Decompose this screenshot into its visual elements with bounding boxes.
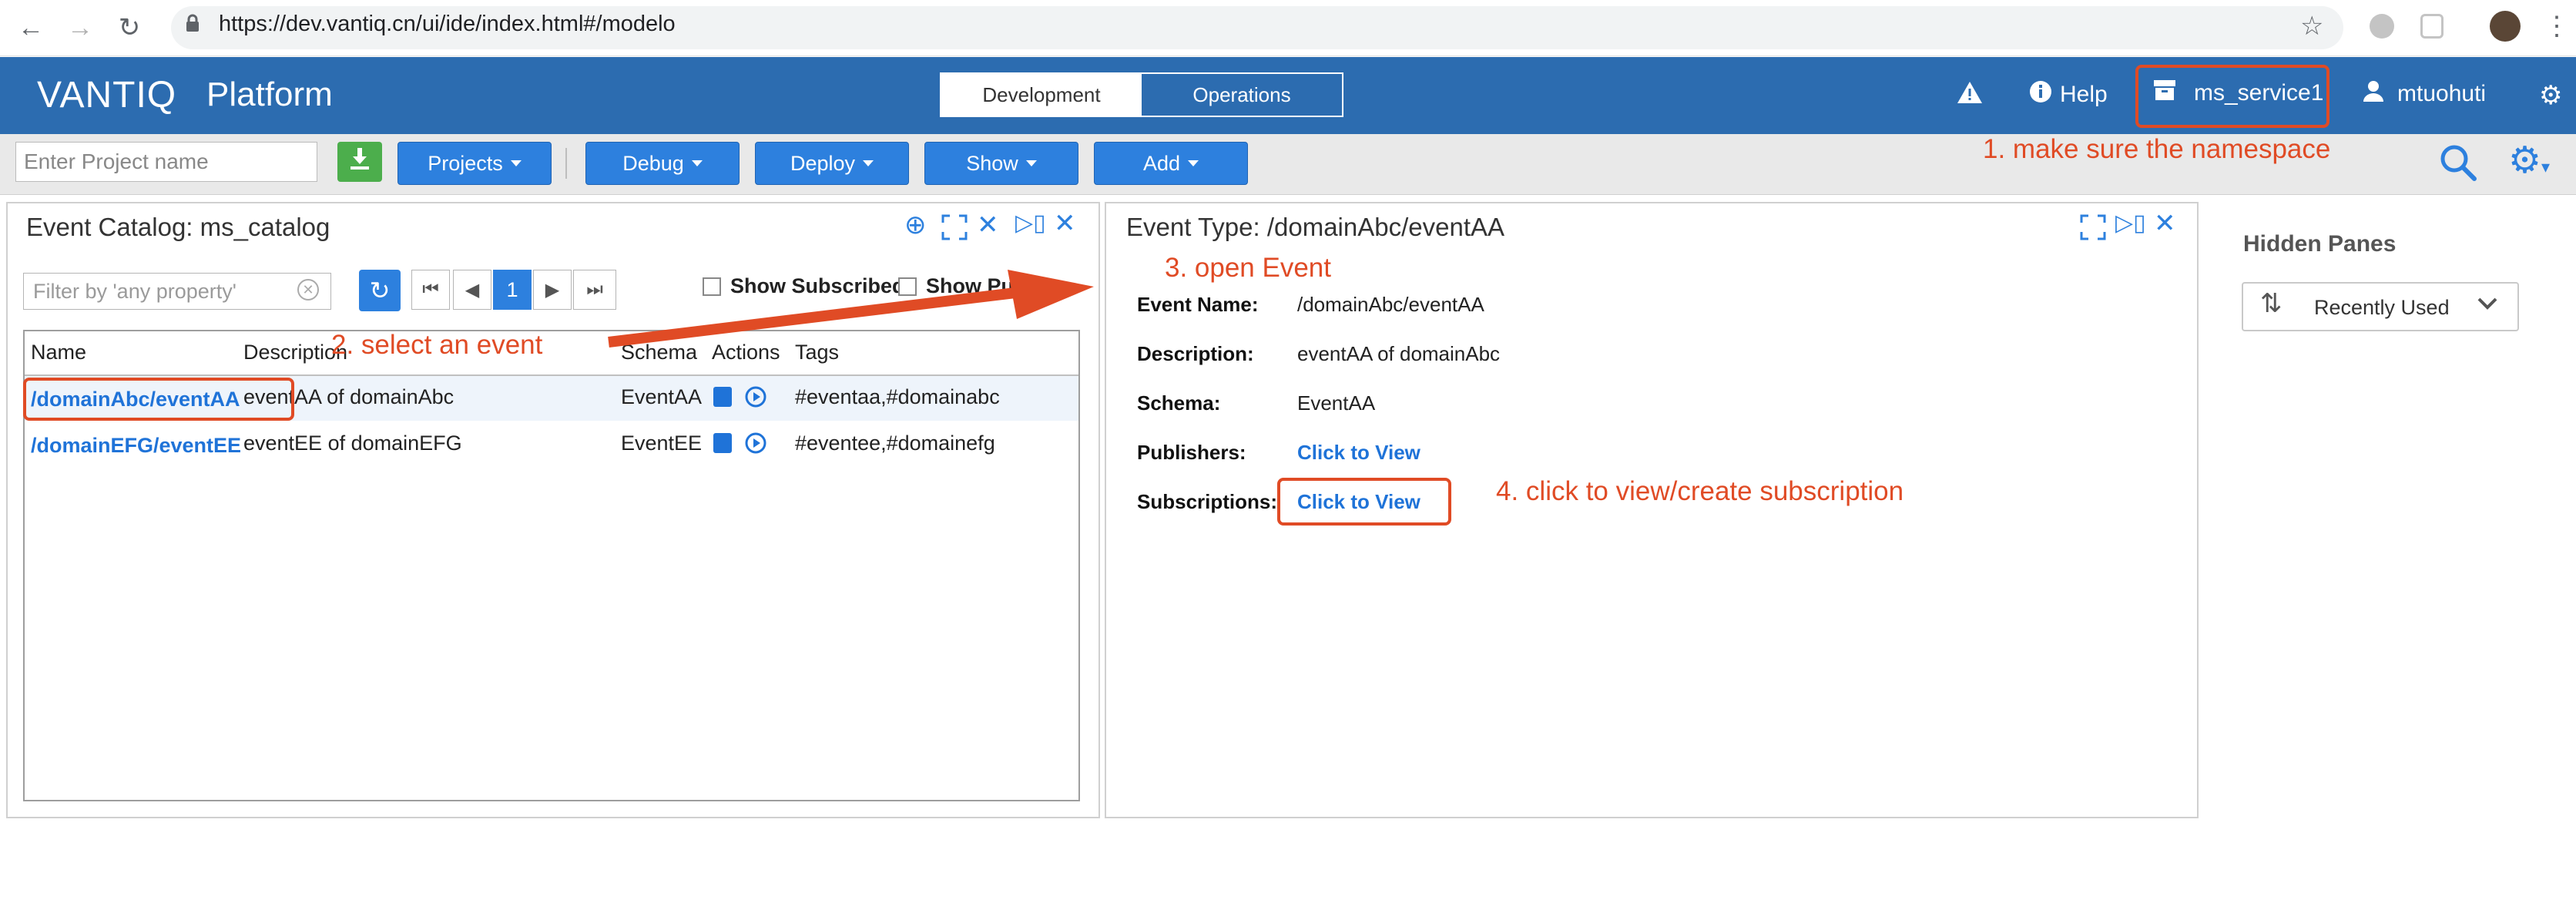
next-page-button[interactable]: ▶	[533, 270, 572, 310]
projects-menu-button[interactable]: Projects	[397, 142, 552, 185]
debug-menu-button[interactable]: Debug	[585, 142, 740, 185]
sort-icon: ⇅	[2260, 289, 2283, 318]
show-menu-button[interactable]: Show	[924, 142, 1078, 185]
product-name: Platform	[206, 76, 333, 113]
warning-icon	[1957, 80, 1983, 111]
field-label-event-name: Event Name:	[1137, 293, 1259, 316]
event-schema: EventAA	[621, 385, 703, 408]
event-description: eventEE of domainEFG	[243, 432, 462, 455]
event-highlight-box	[23, 378, 294, 421]
namespace-highlight-box	[2135, 65, 2329, 128]
event-tags: #eventaa,#domainabc	[795, 385, 1000, 408]
subscription-highlight-box	[1277, 478, 1451, 526]
expand-icon[interactable]	[941, 214, 968, 244]
mode-tabs: Development Operations	[940, 72, 1343, 117]
refresh-icon: ↻	[369, 277, 391, 304]
refresh-button[interactable]: ↻	[359, 270, 401, 311]
search-icon[interactable]	[2439, 143, 2477, 186]
expand-icon[interactable]	[2080, 214, 2106, 244]
info-icon	[2029, 80, 2052, 109]
chevron-down-icon	[2476, 291, 2499, 318]
settings-gear-icon[interactable]: ⚙▾	[2508, 139, 2550, 182]
field-label-schema: Schema:	[1137, 391, 1221, 415]
filter-input[interactable]: Filter by 'any property'	[23, 273, 331, 310]
tools-icon[interactable]: ✕	[977, 210, 999, 240]
pane-title: Event Catalog: ms_catalog	[26, 213, 330, 241]
url-text[interactable]: https://dev.vantiq.cn/ui/ide/index.html#…	[219, 12, 676, 37]
help-label: Help	[2060, 82, 2108, 107]
event-schema: EventEE	[621, 432, 703, 455]
field-label-description: Description:	[1137, 342, 1254, 365]
download-button[interactable]	[337, 142, 382, 182]
run-icon[interactable]	[744, 432, 767, 458]
annotation-step3: 3. open Event	[1165, 253, 1331, 283]
download-icon	[350, 148, 370, 176]
annotation-step2: 2. select an event	[331, 330, 543, 360]
reload-icon[interactable]: ↻	[112, 11, 146, 45]
deploy-menu-button[interactable]: Deploy	[755, 142, 909, 185]
run-icon[interactable]	[744, 385, 767, 412]
annotation-step4: 4. click to view/create subscription	[1496, 476, 1904, 506]
close-icon[interactable]: ✕	[2154, 208, 2176, 239]
close-icon[interactable]: ✕	[1054, 208, 1076, 239]
user-menu[interactable]: mtuohuti	[2363, 80, 2486, 108]
hidden-panes-selected: Recently Used	[2314, 296, 2450, 319]
pane-title: Event Type: /domainAbc/eventAA	[1126, 213, 1505, 241]
user-name: mtuohuti	[2397, 81, 2487, 106]
user-icon	[2363, 80, 2383, 108]
dock-pane-icon[interactable]: ▷▯	[2115, 210, 2146, 237]
back-icon[interactable]: ←	[14, 11, 48, 45]
current-page[interactable]: 1	[493, 270, 532, 310]
prev-page-button[interactable]: ◀	[453, 270, 491, 310]
forward-icon[interactable]: →	[63, 11, 97, 45]
field-label-subscriptions: Subscriptions:	[1137, 490, 1278, 513]
field-value-schema: EventAA	[1297, 391, 1376, 415]
add-circle-icon[interactable]: ⊕	[904, 210, 927, 240]
annotation-arrow	[608, 270, 1094, 348]
column-header-name[interactable]: Name	[31, 341, 86, 364]
dock-pane-icon[interactable]: ▷▯	[1015, 210, 1046, 237]
document-icon[interactable]	[713, 387, 732, 407]
event-tags: #eventee,#domainefg	[795, 432, 995, 455]
tab-operations[interactable]: Operations	[1142, 74, 1342, 116]
field-value-event-name: /domainAbc/eventAA	[1297, 293, 1484, 316]
browser-menu-icon[interactable]: ⋮	[2544, 11, 2570, 42]
event-name-link[interactable]: /domainEFG/eventEE	[31, 434, 241, 458]
extension-icon[interactable]	[2370, 14, 2394, 39]
help-button[interactable]: Help	[2029, 80, 2108, 109]
shield-extension-icon[interactable]	[2420, 14, 2444, 39]
tab-development[interactable]: Development	[941, 74, 1142, 116]
hidden-panes-title: Hidden Panes	[2243, 231, 2397, 257]
project-name-input[interactable]	[15, 142, 317, 182]
toolbar-divider	[565, 148, 567, 179]
first-page-button[interactable]: ⏮	[411, 270, 450, 310]
alerts-button[interactable]	[1957, 80, 1983, 111]
field-value-description: eventAA of domainAbc	[1297, 342, 1501, 365]
bookmark-star-icon[interactable]: ☆	[2300, 11, 2323, 42]
publishers-link[interactable]: Click to View	[1297, 441, 1420, 465]
field-label-publishers: Publishers:	[1137, 441, 1246, 464]
settings-cogs-icon[interactable]: ⚙	[2539, 80, 2562, 111]
add-menu-button[interactable]: Add	[1094, 142, 1248, 185]
document-icon[interactable]	[713, 433, 732, 453]
annotation-step1: 1. make sure the namespace	[1983, 134, 2331, 164]
vantiq-logo: VANTIQ	[37, 75, 177, 116]
profile-avatar[interactable]	[2490, 11, 2521, 42]
clear-filter-icon[interactable]: ✕	[297, 279, 319, 301]
lock-icon	[185, 14, 200, 38]
